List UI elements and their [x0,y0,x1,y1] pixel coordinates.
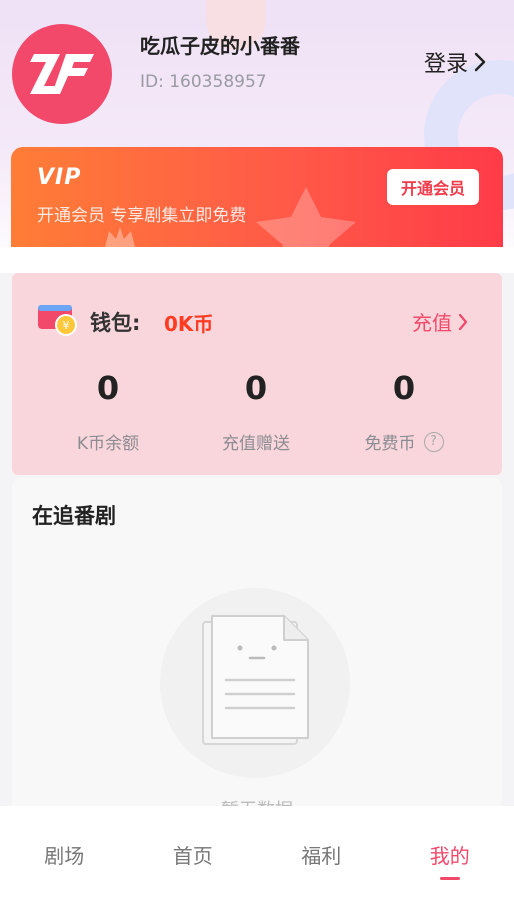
decorative-star-icon [256,187,356,247]
tab-label: 剧场 [44,844,85,868]
stat-free-coins[interactable]: 0 免费币 ? [329,369,479,454]
stat-recharge-bonus[interactable]: 0 充值赠送 [181,369,331,454]
following-title: 在追番剧 [32,504,116,528]
vip-banner[interactable]: VIP 开通会员 专享剧集立即免费 开通会员 [11,147,503,247]
vip-description: 开通会员 专享剧集立即免费 [37,206,247,226]
empty-document-icon [202,615,309,745]
active-tab-indicator [439,877,460,880]
chevron-right-icon [474,52,486,72]
tab-home[interactable]: 首页 [129,806,258,901]
login-button[interactable]: 登录 [424,46,486,78]
tab-theater[interactable]: 剧场 [0,806,129,901]
stat-label: 充值赠送 [222,434,290,454]
recharge-label: 充值 [412,311,452,335]
stat-value: 0 [244,369,268,407]
zf-logo-icon [30,54,94,94]
stat-label: K币余额 [76,434,140,454]
tab-mine[interactable]: 我的 [386,806,514,901]
tab-label: 福利 [301,844,342,868]
username: 吃瓜子皮的小番番 [140,34,300,58]
help-icon[interactable]: ? [423,431,444,452]
svg-text:¥: ¥ [63,319,70,332]
open-vip-button[interactable]: 开通会员 [387,169,479,205]
wallet-label: 钱包: [90,311,141,335]
divider [0,247,514,273]
stat-value: 0 [392,369,416,407]
wallet-icon: ¥ [38,305,77,336]
wallet-balance: 0K币 [164,312,214,336]
tab-label: 我的 [429,844,470,868]
login-label: 登录 [424,52,469,77]
decorative-crown-icon [105,227,135,247]
tab-label: 首页 [172,844,213,868]
user-id: ID: 160358957 [140,72,267,92]
stat-value: 0 [96,369,120,407]
vip-logo: VIP [37,165,82,190]
recharge-button[interactable]: 充值 [412,307,468,336]
tab-welfare[interactable]: 福利 [257,806,386,901]
bottom-tab-bar: 剧场 首页 福利 我的 [0,806,514,901]
wallet-card: ¥ 钱包: 0K币 充值 0 K币余额 0 充值赠送 0 免费币 ? [12,273,502,475]
chevron-right-icon [458,313,468,330]
avatar[interactable] [12,24,112,124]
stat-label: 免费币 [364,434,416,454]
stat-k-coin-balance[interactable]: 0 K币余额 [33,369,183,454]
